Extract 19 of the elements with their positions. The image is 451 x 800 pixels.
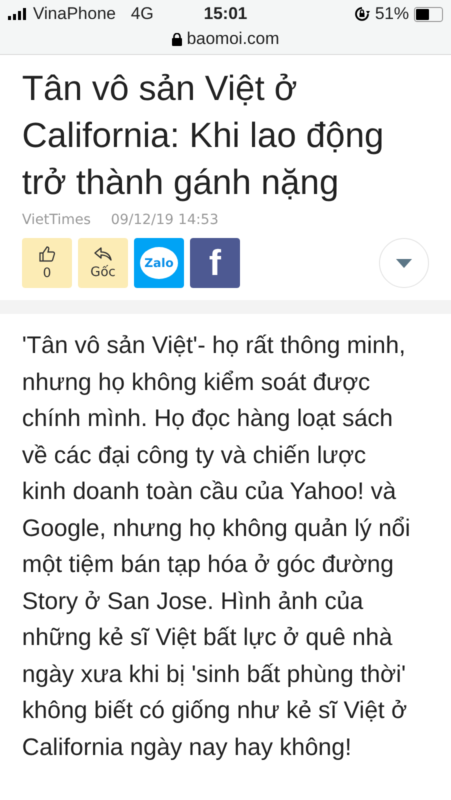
clock-time: 15:01: [204, 4, 248, 24]
expand-button[interactable]: [379, 238, 429, 288]
article-date: 09/12/19 14:53: [110, 212, 219, 228]
rotation-lock-icon: [354, 6, 370, 22]
signal-icon: [8, 8, 28, 20]
thumbs-up-icon: [38, 245, 56, 263]
article-body: 'Tân vô sản Việt'- họ rất thông minh, nhưng họ không kiểm soát được chính mình. Họ đọc hàng loạt sách về các đại công ty và chiến lược kinh doanh toàn cầu của Yahoo! và Google, nhưng họ không quản lý nổi một tiệm bán tạp hóa ở góc đường Story ở San Jose. Hình ảnh của những kẻ sĩ Việt bất lực ở quê nhà ngày xưa khi bị 'sinh bất phùng thời' không biết có giống như kẻ sĩ Việt ở California ngày nay hay không!: [21, 331, 412, 762]
battery-percent: 51%: [374, 4, 409, 24]
source-button[interactable]: Gốc: [78, 238, 128, 288]
caret-icon: [396, 258, 412, 268]
network-type: 4G: [130, 4, 154, 24]
carrier-name: VinaPhone: [33, 4, 116, 24]
page-url[interactable]: baomoi.com: [186, 29, 280, 49]
facebook-share-button[interactable]: f: [190, 238, 240, 288]
lock-icon: [172, 32, 182, 46]
article-title: Tân vô sản Việt ở California: Khi lao động trở thành gánh nặng: [22, 68, 385, 204]
like-button[interactable]: 0: [22, 238, 72, 288]
battery-icon: [414, 6, 443, 22]
reply-arrow-icon: [93, 246, 113, 262]
